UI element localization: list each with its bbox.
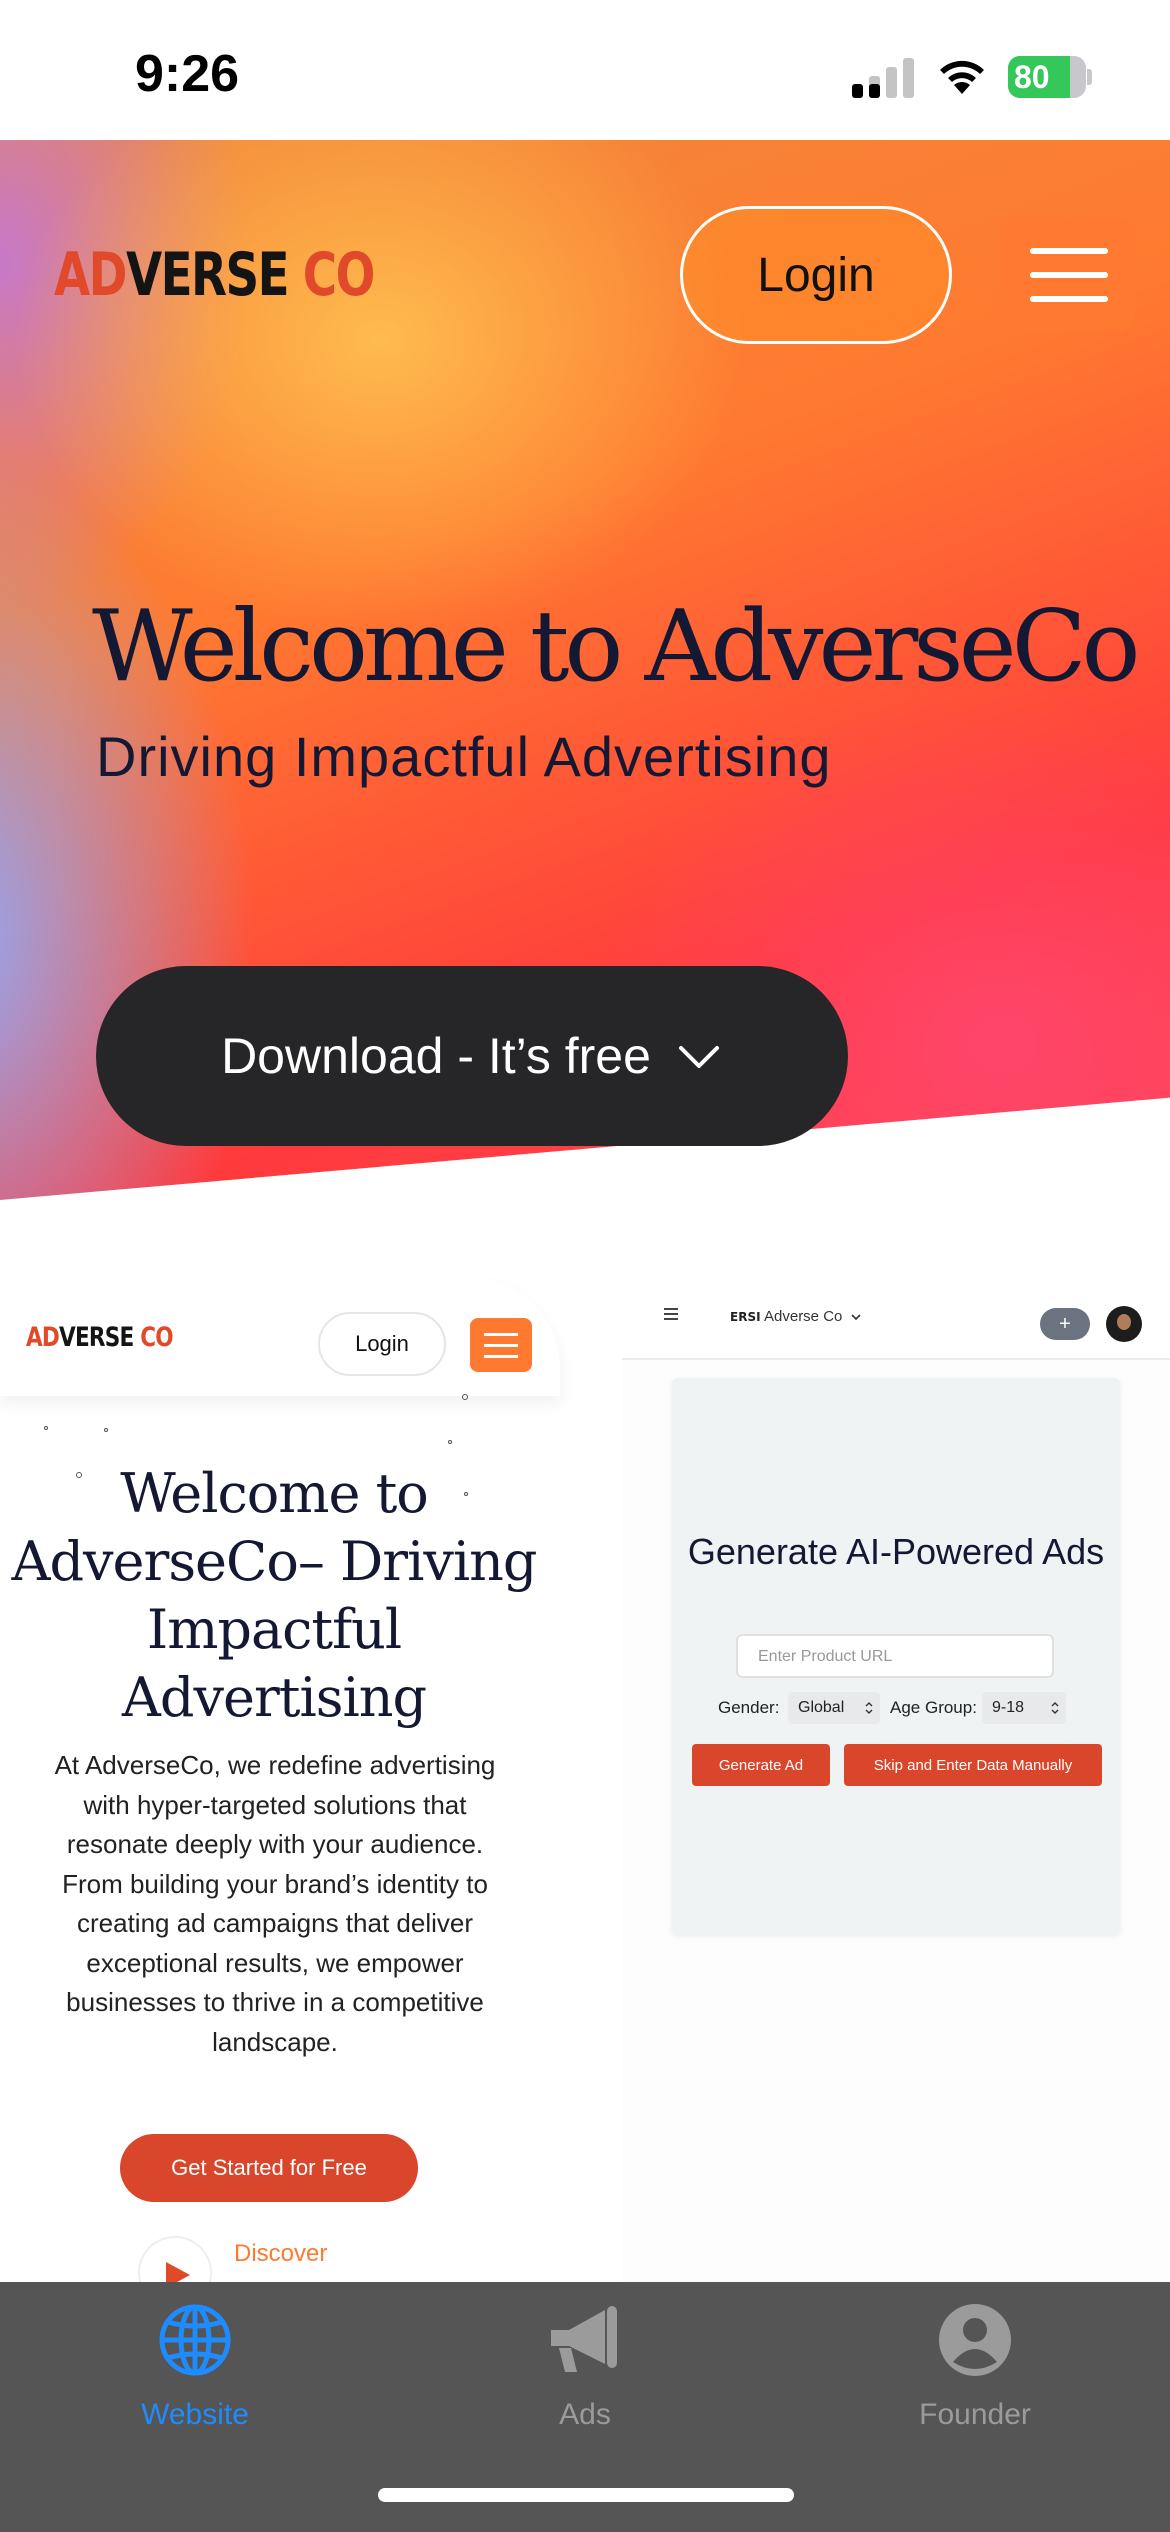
chevron-down-icon[interactable]	[850, 1312, 862, 1322]
add-button[interactable]: +	[1040, 1308, 1090, 1340]
login-button[interactable]: Login	[680, 206, 952, 344]
discover-link[interactable]: Discover	[234, 2240, 327, 2268]
hamburger-menu-button[interactable]	[1000, 218, 1134, 332]
status-time: 9:26	[135, 45, 240, 103]
age-group-select-value: 9-18	[992, 1699, 1025, 1716]
ads-menu-icon[interactable]	[664, 1308, 678, 1320]
avatar[interactable]	[1106, 1306, 1142, 1342]
preview-logo-co: CO	[140, 1322, 173, 1353]
decorative-dot	[448, 1440, 452, 1444]
website-preview: ADVERSE CO Login Welcome to AdverseCo– D…	[0, 1278, 620, 2282]
preview-title: Welcome to AdverseCo– Driving Impactful …	[11, 1462, 537, 1729]
skip-manual-entry-button[interactable]: Skip and Enter Data Manually	[844, 1744, 1102, 1786]
generate-ad-button[interactable]: Generate Ad	[692, 1744, 830, 1786]
download-button-label: Download - It’s free	[221, 1028, 651, 1084]
globe-icon	[159, 2304, 231, 2376]
ads-brand-selector[interactable]: Adverse Co	[764, 1308, 842, 1325]
home-indicator[interactable]	[378, 2488, 794, 2502]
hero-title: Welcome to AdverseCo	[92, 590, 1141, 704]
play-video-button[interactable]	[138, 2236, 212, 2282]
person-icon	[939, 2304, 1011, 2376]
preview-body-text: At AdverseCo, we redefine advertising wi…	[54, 1750, 496, 2057]
brand-logo[interactable]: ADVERSE CO	[54, 240, 376, 310]
select-arrows-icon	[865, 1702, 873, 1714]
get-started-button[interactable]: Get Started for Free	[120, 2134, 418, 2202]
download-button[interactable]: Download - It’s free	[96, 966, 848, 1146]
decorative-dot	[44, 1426, 48, 1430]
battery-indicator: 80	[1008, 56, 1092, 98]
preview-header: ADVERSE CO Login	[0, 1278, 560, 1396]
tab-website[interactable]: Website	[0, 2282, 390, 2462]
tab-founder-label: Founder	[919, 2398, 1031, 2431]
tab-ads-label: Ads	[559, 2398, 611, 2431]
logo-verse-text: VERSE	[125, 240, 290, 310]
preview-logo-ad: AD	[26, 1322, 60, 1353]
gender-select-value: Global	[798, 1699, 845, 1716]
generate-ads-card: Generate AI-Powered Ads Enter Product UR…	[672, 1378, 1120, 1934]
age-group-select[interactable]: 9-18	[982, 1692, 1066, 1724]
play-icon	[166, 2262, 190, 2282]
hero-subtitle: Driving Impactful Advertising	[96, 725, 832, 788]
product-url-input[interactable]: Enter Product URL	[736, 1634, 1054, 1678]
wifi-icon	[940, 60, 984, 94]
age-group-label: Age Group:	[890, 1698, 977, 1717]
ads-brand-logo: ERSI	[730, 1310, 761, 1324]
hero-section: ADVERSE CO Login Welcome to AdverseCo Dr…	[0, 140, 1170, 1300]
tab-founder[interactable]: Founder	[780, 2282, 1170, 2462]
generate-ads-title: Generate AI-Powered Ads	[687, 1531, 1105, 1572]
gender-select[interactable]: Global	[788, 1692, 880, 1724]
decorative-dot	[104, 1428, 108, 1432]
cellular-signal-icon	[852, 58, 914, 98]
ads-generator-preview: ERSI Adverse Co + Generate AI-Powered Ad…	[622, 1278, 1170, 2282]
tab-website-label: Website	[141, 2398, 249, 2431]
preview-hamburger-menu[interactable]	[470, 1318, 532, 1372]
megaphone-icon	[551, 2306, 617, 2372]
preview-brand-logo[interactable]: ADVERSE CO	[26, 1322, 174, 1353]
chevron-down-icon	[678, 1046, 719, 1068]
select-arrows-icon	[1051, 1702, 1059, 1714]
gender-label: Gender:	[718, 1698, 780, 1717]
ads-topbar: ERSI Adverse Co +	[622, 1278, 1170, 1360]
tab-ads[interactable]: Ads	[390, 2282, 780, 2462]
preview-login-button[interactable]: Login	[318, 1312, 446, 1376]
preview-logo-verse: VERSE	[59, 1322, 134, 1353]
battery-percent: 80	[1014, 59, 1050, 95]
logo-ad-text: AD	[54, 240, 128, 310]
logo-co-text: CO	[302, 240, 376, 310]
status-bar: 9:26 80	[0, 0, 1170, 140]
decorative-dot	[462, 1394, 468, 1400]
